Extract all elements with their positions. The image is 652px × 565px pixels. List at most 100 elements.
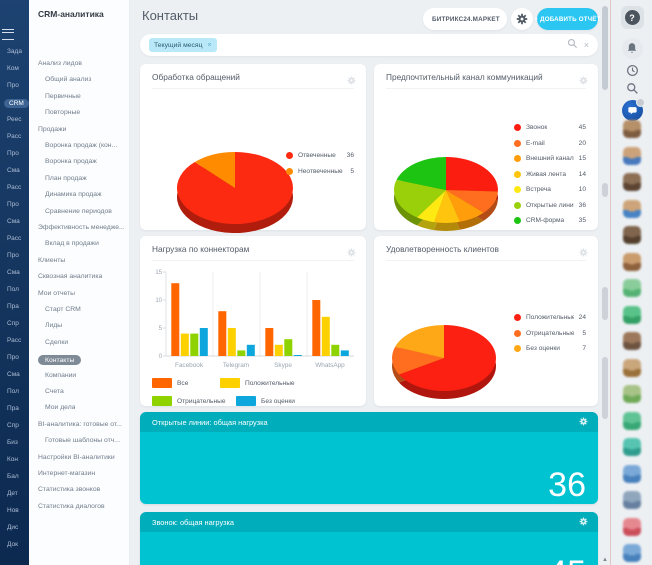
user-avatar[interactable] xyxy=(623,147,641,165)
rail-item-дис[interactable]: Дис xyxy=(7,524,29,531)
legend-item[interactable]: Без оценки7 xyxy=(514,345,586,352)
scrollbar-thumb[interactable] xyxy=(602,6,608,90)
add-report-button[interactable]: + ДОБАВИТЬ ОТЧЁТ xyxy=(537,8,598,30)
gear-icon[interactable] xyxy=(579,413,598,431)
sidebar-item-17[interactable]: Сделки xyxy=(38,339,68,346)
rail-item-пол[interactable]: Пол xyxy=(7,388,29,395)
menu-hamburger-icon[interactable] xyxy=(2,29,14,40)
sidebar-item-3[interactable]: Повторные xyxy=(38,109,80,116)
sidebar-item-25[interactable]: Интернет-магазин xyxy=(38,470,95,477)
sidebar-item-9[interactable]: Сравнение периодов xyxy=(38,208,112,215)
user-avatar[interactable] xyxy=(623,173,641,191)
legend-item[interactable]: Положительные xyxy=(220,378,295,388)
rail-item-сма[interactable]: Сма xyxy=(7,167,29,174)
legend-item[interactable]: Отвеченные36 xyxy=(286,152,354,159)
sidebar-item-20[interactable]: Счета xyxy=(38,388,64,395)
user-avatar[interactable] xyxy=(623,200,641,218)
rail-item-расс[interactable]: Расс xyxy=(7,235,29,242)
rail-item-расс[interactable]: Расс xyxy=(7,337,29,344)
user-avatar[interactable] xyxy=(623,518,641,536)
sidebar-item-16[interactable]: Лиды xyxy=(38,322,62,329)
sidebar-item-6[interactable]: Воронка продаж xyxy=(38,158,97,165)
rail-item-кон[interactable]: Кон xyxy=(7,456,29,463)
sidebar-item-18[interactable]: Контакты xyxy=(38,355,81,365)
rail-item-реес[interactable]: Реес xyxy=(7,116,29,123)
user-avatar[interactable] xyxy=(623,279,641,297)
rail-item-сма[interactable]: Сма xyxy=(7,269,29,276)
sidebar-item-13[interactable]: Сквозная аналитика xyxy=(38,273,102,280)
sidebar-item-24[interactable]: Настройки BI-аналитики xyxy=(38,454,115,461)
rail-item-бал[interactable]: Бал xyxy=(7,473,29,480)
legend-item[interactable]: Все xyxy=(152,378,188,388)
legend-item[interactable]: Неотвеченные5 xyxy=(286,168,354,175)
market-button[interactable]: БИТРИКС24.МАРКЕТ ▾ xyxy=(423,8,507,30)
user-avatar[interactable] xyxy=(623,465,641,483)
rail-item-зада[interactable]: Зада xyxy=(7,48,29,55)
rail-item-про[interactable]: Про xyxy=(7,150,29,157)
sidebar-item-27[interactable]: Статистика диалогов xyxy=(38,503,105,510)
rail-item-про[interactable]: Про xyxy=(7,82,29,89)
rail-item-сма[interactable]: Сма xyxy=(7,218,29,225)
filter-tag-remove-icon[interactable]: × xyxy=(208,42,212,49)
user-avatar[interactable] xyxy=(623,544,641,562)
legend-item[interactable]: E-mail20 xyxy=(514,140,586,147)
user-avatar[interactable] xyxy=(623,385,641,403)
user-avatar[interactable] xyxy=(623,226,641,244)
rail-item-crm[interactable]: CRM xyxy=(4,99,29,108)
legend-item[interactable]: Встреча10 xyxy=(514,186,586,193)
sidebar-item-0[interactable]: Анализ лидов xyxy=(38,60,82,67)
rail-item-расс[interactable]: Расс xyxy=(7,184,29,191)
rail-item-расс[interactable]: Расс xyxy=(7,133,29,140)
clear-filter-icon[interactable]: × xyxy=(584,40,589,50)
sidebar-item-1[interactable]: Общий анализ xyxy=(38,76,91,83)
legend-item[interactable]: Положительные24 xyxy=(514,314,586,321)
rail-item-биз[interactable]: Биз xyxy=(7,439,29,446)
sidebar-item-10[interactable]: Эффективность менедже... xyxy=(38,224,125,231)
messenger-button[interactable] xyxy=(611,100,652,121)
filter-search-bar[interactable]: Текущий месяц × × xyxy=(140,34,598,56)
history-clock-icon[interactable] xyxy=(611,64,652,77)
legend-item[interactable]: Внешний канал15 xyxy=(514,155,586,162)
search-icon[interactable] xyxy=(567,36,578,54)
sidebar-item-15[interactable]: Старт CRM xyxy=(38,306,81,313)
rail-item-спр[interactable]: Спр xyxy=(7,320,29,327)
legend-item[interactable]: Живая лента14 xyxy=(514,171,586,178)
rail-item-пол[interactable]: Пол xyxy=(7,286,29,293)
legend-item[interactable]: CRM-форма35 xyxy=(514,217,586,224)
legend-item[interactable]: Открытые линии36 xyxy=(514,202,586,209)
sidebar-item-2[interactable]: Первичные xyxy=(38,93,81,100)
scroll-arrow-icon[interactable]: ▲ xyxy=(602,557,608,563)
legend-item[interactable]: Без оценки xyxy=(236,396,295,406)
sidebar-item-14[interactable]: Мои отчеты xyxy=(38,290,75,297)
legend-item[interactable]: Отрицательные5 xyxy=(514,330,586,337)
rail-item-спр[interactable]: Спр xyxy=(7,422,29,429)
rail-item-нов[interactable]: Нов xyxy=(7,507,29,514)
rail-item-ком[interactable]: Ком xyxy=(7,65,29,72)
rail-item-про[interactable]: Про xyxy=(7,252,29,259)
sidebar-item-5[interactable]: Воронка продаж (кон... xyxy=(38,142,117,149)
sidebar-item-7[interactable]: План продаж xyxy=(38,175,87,182)
filter-tag[interactable]: Текущий месяц × xyxy=(149,38,217,52)
rail-item-про[interactable]: Про xyxy=(7,201,29,208)
rail-item-пра[interactable]: Пра xyxy=(7,405,29,412)
sidebar-item-8[interactable]: Динамика продаж xyxy=(38,191,102,198)
gear-icon[interactable] xyxy=(579,513,598,531)
user-avatar[interactable] xyxy=(623,359,641,377)
notifications-button[interactable] xyxy=(611,38,652,59)
rail-item-дет[interactable]: Дет xyxy=(7,490,29,497)
settings-gear-button[interactable] xyxy=(511,8,533,30)
rail-item-про[interactable]: Про xyxy=(7,354,29,361)
user-avatar[interactable] xyxy=(623,412,641,430)
rail-item-сма[interactable]: Сма xyxy=(7,371,29,378)
help-button[interactable]: ? xyxy=(611,6,652,29)
search-icon[interactable] xyxy=(611,82,652,95)
rail-item-док[interactable]: Док xyxy=(7,541,29,548)
sidebar-item-12[interactable]: Клиенты xyxy=(38,257,65,264)
user-avatar[interactable] xyxy=(623,253,641,271)
rail-item-пра[interactable]: Пра xyxy=(7,303,29,310)
sidebar-item-11[interactable]: Вклад в продажи xyxy=(38,240,99,247)
sidebar-item-23[interactable]: Готовые шаблоны отч... xyxy=(38,437,120,444)
user-avatar[interactable] xyxy=(623,438,641,456)
sidebar-item-22[interactable]: BI-аналитика: готовые от... xyxy=(38,421,122,428)
user-avatar[interactable] xyxy=(623,332,641,350)
